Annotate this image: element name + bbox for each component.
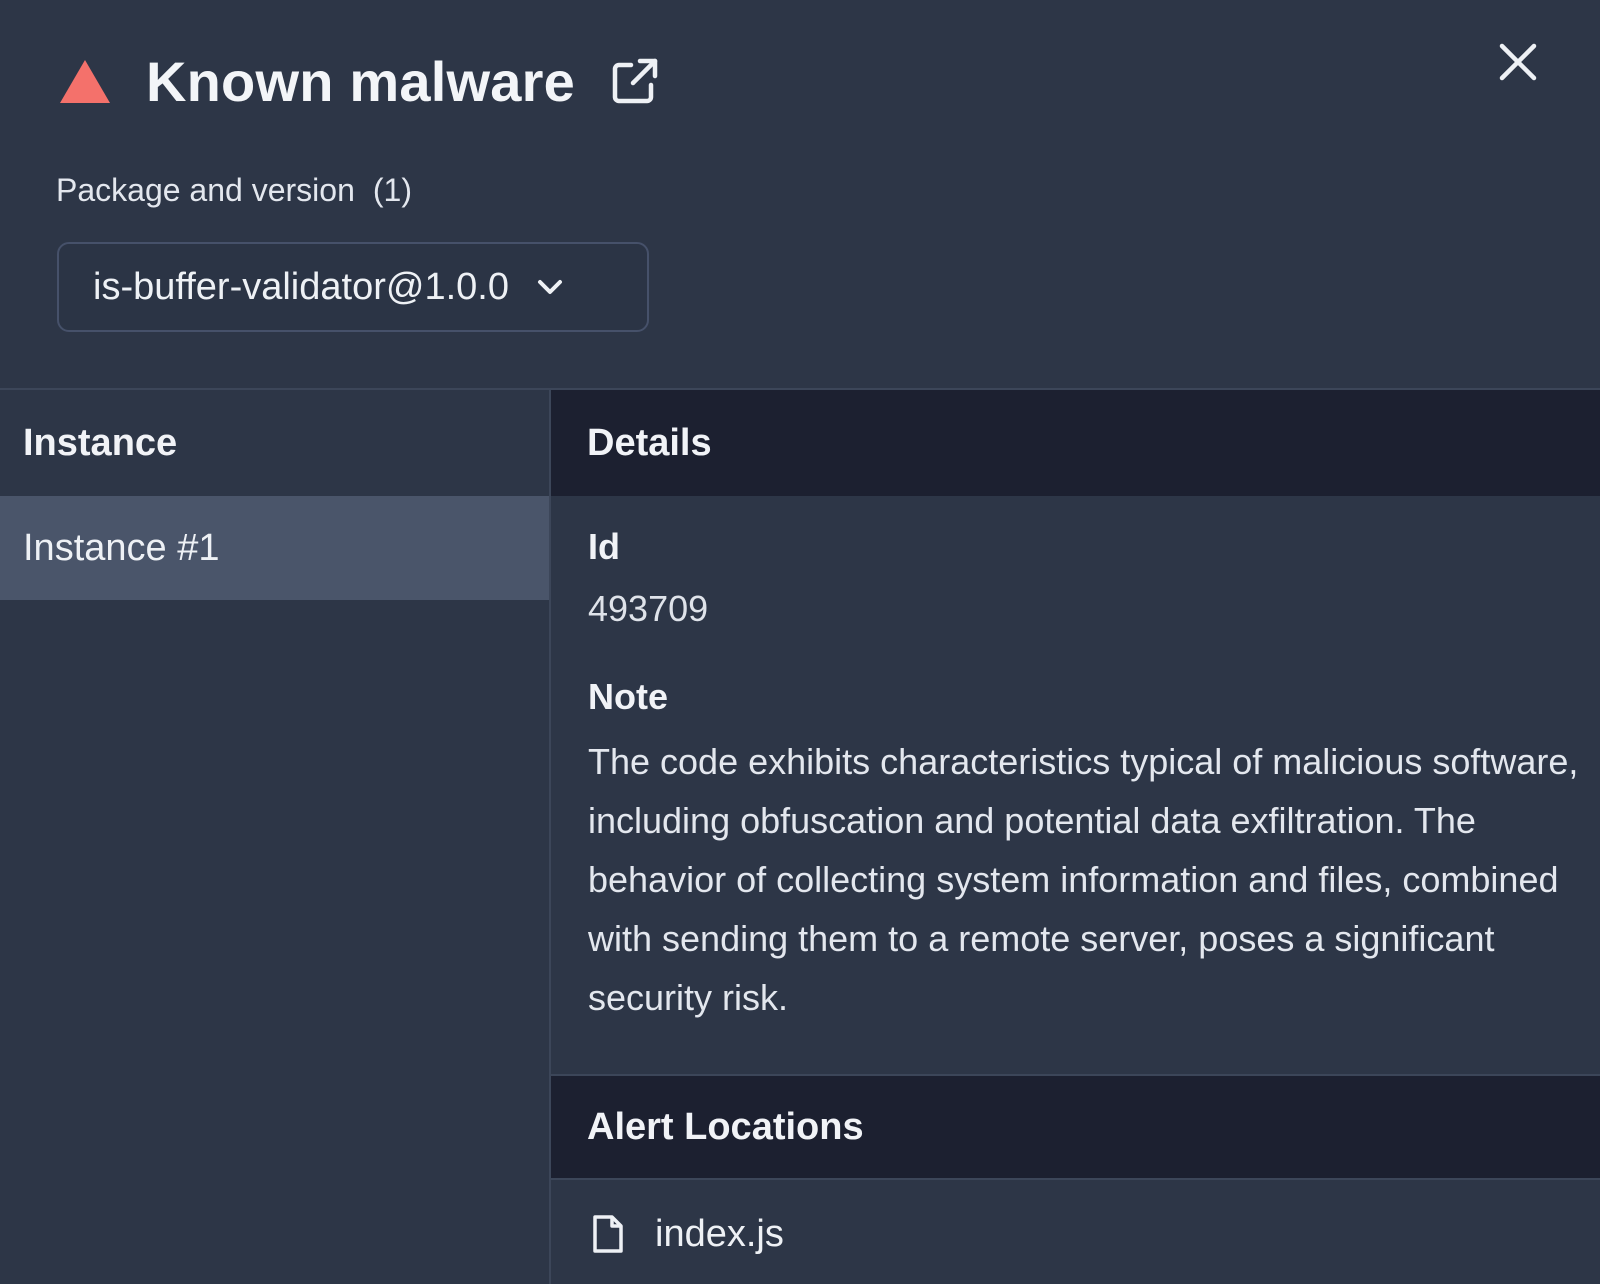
title-row: Known malware — [58, 48, 661, 114]
package-version-select[interactable]: is-buffer-validator@1.0.0 — [57, 242, 649, 332]
file-name: index.js — [655, 1212, 784, 1255]
details-column: Details Id 493709 Note The code exhibits… — [551, 390, 1600, 1284]
alert-detail-panel: Known malware Package and version (1) is… — [0, 0, 1600, 1284]
alert-location-file[interactable]: index.js — [551, 1180, 1600, 1284]
note-text: The code exhibits characteristics typica… — [588, 741, 1579, 1018]
file-icon — [591, 1213, 625, 1255]
instance-column-header: Instance — [23, 421, 178, 464]
package-version-label: Package and version (1) — [56, 172, 412, 209]
instance-column: Instance Instance #1 — [0, 390, 551, 1284]
details-column-header: Details — [551, 390, 1600, 496]
warning-triangle-icon — [58, 57, 112, 105]
id-value: 493709 — [588, 588, 709, 629]
external-link-icon[interactable] — [609, 55, 661, 107]
details-body: Id 493709 Note The code exhibits charact… — [551, 496, 1600, 1076]
close-button[interactable] — [1494, 38, 1542, 86]
page-title: Known malware — [146, 49, 575, 113]
close-icon — [1494, 43, 1542, 89]
id-label: Id — [588, 526, 620, 567]
instance-list-item[interactable]: Instance #1 — [0, 496, 549, 600]
alert-locations-header: Alert Locations — [551, 1076, 1600, 1180]
content-columns: Instance Instance #1 Details Id 493709 N… — [0, 390, 1600, 1284]
package-version-value: is-buffer-validator@1.0.0 — [93, 265, 509, 308]
note-label: Note — [588, 676, 668, 717]
chevron-down-icon — [535, 272, 565, 302]
package-count: (1) — [372, 172, 412, 208]
panel-header: Known malware Package and version (1) is… — [0, 0, 1600, 390]
package-version-label-text: Package and version — [56, 172, 355, 208]
